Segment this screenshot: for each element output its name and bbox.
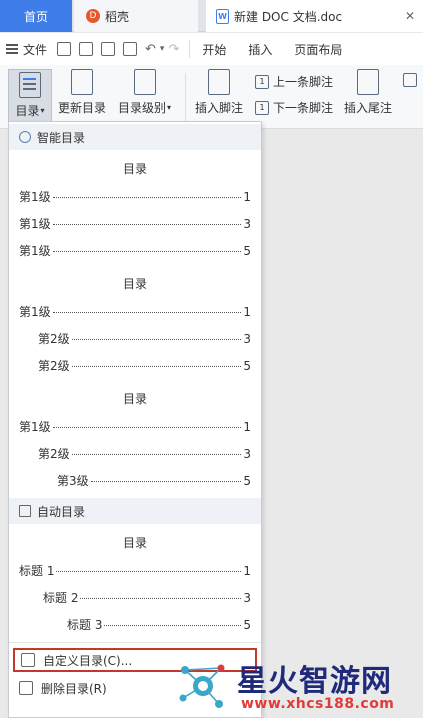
toc-sample-line: 第1级 1 — [19, 305, 251, 319]
toc-sample-line: 标题 23 — [43, 591, 251, 605]
toc-sample-line: 第1级 3 — [19, 217, 251, 231]
tab-daoke[interactable]: D 稻壳 — [74, 0, 198, 32]
menu-divider — [9, 642, 261, 643]
insert-endnote-button[interactable]: 插入尾注 — [344, 69, 392, 116]
insert-footnote-button[interactable]: 插入脚注 — [195, 69, 243, 116]
menu-insert-label: 插入 — [248, 42, 273, 57]
format-painter-icon[interactable] — [79, 42, 94, 56]
toc-sample-line: 第1级 1 — [19, 420, 251, 434]
hamburger-icon — [6, 44, 18, 54]
smart-toc-icon — [19, 131, 31, 143]
toc-sample-line: 第3级 5 — [57, 474, 251, 488]
refresh-toc-icon — [71, 69, 93, 95]
menu-start-label: 开始 — [202, 42, 227, 57]
toc-button[interactable]: 目录 ▾ — [8, 69, 52, 125]
insert-endnote-label: 插入尾注 — [344, 101, 393, 115]
toc-dropdown-menu: 智能目录 目录 第1级 1 第1级 3 第1级 5 目录 第1级 1 第2级 3 第2级 5… — [8, 121, 262, 718]
toc-sample-line: 第1级 5 — [19, 244, 251, 258]
update-toc-label: 更新目录 — [58, 101, 107, 115]
print-icon[interactable] — [101, 42, 116, 56]
prev-footnote-label: 上一条脚注 — [273, 75, 334, 89]
smart-toc-header-label: 智能目录 — [37, 130, 86, 145]
toc-icon — [19, 72, 41, 98]
update-toc-button[interactable]: 更新目录 — [58, 69, 106, 116]
toc-sample-line: 标题 11 — [19, 564, 251, 578]
auto-toc-header: 自动目录 — [9, 498, 261, 524]
file-menu-label: 文件 — [23, 42, 48, 57]
toc-button-label: 目录 — [15, 104, 40, 118]
next-footnote-icon: 1 — [255, 100, 269, 115]
more-ribbon-button[interactable] — [403, 73, 421, 87]
insert-footnote-label: 插入脚注 — [195, 101, 244, 115]
toc-sample-title: 目录 — [122, 277, 147, 291]
auto-toc-icon — [19, 505, 31, 517]
menu-start[interactable]: 开始 — [196, 33, 232, 65]
watermark-url: www.xhcs188.com — [241, 696, 395, 712]
tab-daoke-label: 稻壳 — [105, 9, 130, 24]
tab-home-label: 首页 — [23, 9, 48, 24]
tab-home[interactable]: 首页 — [0, 0, 72, 32]
toc-sample-title: 目录 — [122, 392, 147, 406]
custom-toc-label: 自定义目录(C)... — [43, 653, 133, 668]
word-doc-icon: W — [216, 8, 229, 24]
toc-sample-line: 第2级 5 — [38, 359, 251, 373]
menu-page-layout-label: 页面布局 — [294, 42, 343, 57]
menu-insert[interactable]: 插入 — [242, 33, 278, 65]
watermark-text: 星火智游网 — [237, 664, 392, 699]
ribbon-separator — [185, 73, 186, 121]
file-menu[interactable]: 文件 — [0, 33, 53, 65]
toc-sample-line: 第2级 3 — [38, 447, 251, 461]
footnote-icon — [208, 69, 230, 95]
prev-footnote-button[interactable]: 1 上一条脚注 — [255, 73, 333, 90]
save-icon[interactable] — [57, 42, 72, 56]
redo-icon[interactable]: ↷ — [168, 42, 179, 57]
toc-sample-line: 标题 35 — [67, 618, 251, 632]
watermark-logo-icon — [179, 664, 225, 708]
undo-icon[interactable]: ↶ — [145, 42, 156, 57]
toc-dropdown-icon: ▾ — [40, 106, 45, 115]
prev-footnote-icon: 1 — [255, 74, 269, 89]
toc-level-icon — [133, 69, 156, 95]
menu-bar: 文件 ↶ ▾ ↷ 开始 插入 页面布局 — [0, 33, 423, 65]
delete-toc-icon — [19, 681, 33, 695]
undo-dropdown-icon[interactable]: ▾ — [160, 44, 165, 54]
toc-level-dropdown-icon: ▾ — [167, 103, 172, 112]
daoke-logo-icon: D — [86, 9, 100, 23]
endnote-icon — [357, 69, 379, 95]
toc-level-button[interactable]: 目录级别 ▾ — [118, 69, 171, 116]
print-preview-icon[interactable] — [123, 42, 138, 56]
toc-sample-line: 第1级 1 — [19, 190, 251, 204]
watermark: 星火智游网 www.xhcs188.com — [175, 652, 423, 718]
toc-sample-title: 目录 — [122, 536, 147, 550]
next-footnote-label: 下一条脚注 — [273, 101, 334, 115]
close-tab-icon[interactable]: ✕ — [405, 9, 415, 23]
tab-document-label: 新建 DOC 文档.doc — [234, 9, 343, 24]
auto-toc-header-label: 自动目录 — [37, 504, 86, 519]
ribbon: 目录 ▾ 更新目录 目录级别 ▾ 插入脚注 1 上一条脚注 1 下一条脚注 插入… — [0, 65, 423, 129]
delete-toc-label: 删除目录(R) — [41, 681, 107, 696]
toc-sample-line: 第2级 3 — [38, 332, 251, 346]
smart-toc-header: 智能目录 — [9, 124, 261, 150]
menu-page-layout[interactable]: 页面布局 — [288, 33, 348, 65]
toc-sample-title: 目录 — [122, 162, 147, 176]
tab-strip: 首页 D 稻壳 W 新建 DOC 文档.doc ✕ — [0, 0, 423, 32]
tab-document[interactable]: W 新建 DOC 文档.doc ✕ — [206, 0, 423, 32]
toc-level-label: 目录级别 — [118, 101, 167, 115]
more-ribbon-icon — [403, 73, 417, 87]
menu-separator — [189, 40, 191, 58]
next-footnote-button[interactable]: 1 下一条脚注 — [255, 99, 333, 116]
edit-toc-icon — [21, 653, 35, 667]
